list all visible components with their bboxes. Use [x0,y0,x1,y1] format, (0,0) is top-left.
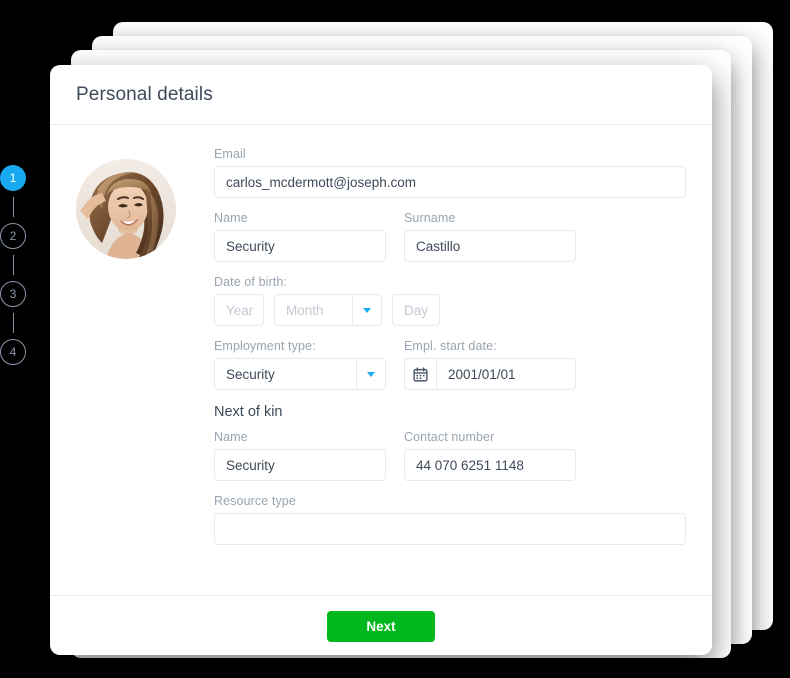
step-2[interactable]: 2 [0,223,26,249]
kin-contact-number-label: Contact number [404,430,495,444]
employment-type-label: Employment type: [214,339,316,353]
kin-contact-number-group: Contact number 44 070 6251 1148 [404,430,576,481]
date-of-birth-group: Date of birth: Year Month Day [214,275,440,326]
personal-details-card: Personal details Email carlos_mcdermott@… [50,65,712,655]
dob-day-input[interactable]: Day [392,294,440,326]
resource-type-group: Resource type [214,494,686,545]
step-3[interactable]: 3 [0,281,26,307]
employment-start-date-label: Empl. start date: [404,339,497,353]
employment-type-value[interactable]: Security [214,358,356,390]
employment-type-select[interactable]: Security [214,358,386,390]
name-surname-row: Name Security Surname Castillo [214,211,686,262]
form-column: Email carlos_mcdermott@joseph.com Name S… [214,147,686,595]
employment-start-date-input[interactable]: 2001/01/01 [436,358,576,390]
kin-name-group: Name Security [214,430,386,481]
dob-year-input[interactable]: Year [214,294,264,326]
kin-name-input[interactable]: Security [214,449,386,481]
email-row: Email carlos_mcdermott@joseph.com [214,147,686,198]
avatar-column [76,147,214,595]
date-of-birth-label: Date of birth: [214,275,287,289]
employment-row: Employment type: Security Empl. start da… [214,339,686,390]
card-footer: Next [50,595,712,655]
resource-type-row: Resource type [214,494,686,545]
employment-type-dropdown-button[interactable] [356,358,386,390]
page-title: Personal details [76,83,213,105]
step-connector-1 [13,197,14,217]
employment-start-date-field[interactable]: 2001/01/01 [404,358,576,390]
step-connector-3 [13,313,14,333]
chevron-down-icon [363,307,371,313]
step-indicator: 1 2 3 4 [0,165,30,365]
employment-type-group: Employment type: Security [214,339,386,390]
avatar[interactable] [76,159,176,259]
step-4[interactable]: 4 [0,339,26,365]
next-of-kin-heading: Next of kin [214,404,283,420]
name-label: Name [214,211,248,225]
surname-field-group: Surname Castillo [404,211,576,262]
email-field-group: Email carlos_mcdermott@joseph.com [214,147,686,198]
email-label: Email [214,147,246,161]
date-of-birth-inputs: Year Month Day [214,294,440,326]
name-field-group: Name Security [214,211,386,262]
next-of-kin-row: Name Security Contact number 44 070 6251… [214,430,686,481]
date-of-birth-row: Date of birth: Year Month Day [214,275,686,326]
step-connector-2 [13,255,14,275]
surname-label: Surname [404,211,456,225]
surname-input[interactable]: Castillo [404,230,576,262]
dob-month-select[interactable]: Month [274,294,382,326]
resource-type-input[interactable] [214,513,686,545]
employment-start-date-group: Empl. start date: 2001/01/01 [404,339,576,390]
calendar-icon [413,366,428,382]
chevron-down-icon [367,371,375,377]
next-button[interactable]: Next [327,610,435,642]
resource-type-label: Resource type [214,494,296,508]
card-header: Personal details [50,65,712,125]
user-profile-photo-icon [76,159,176,259]
dob-month-input[interactable]: Month [274,294,352,326]
kin-contact-number-input[interactable]: 44 070 6251 1148 [404,449,576,481]
kin-name-label: Name [214,430,248,444]
calendar-picker-button[interactable] [404,358,436,390]
screenshot-stage: Personal details Email carlos_mcdermott@… [0,0,790,678]
card-body: Email carlos_mcdermott@joseph.com Name S… [50,125,712,595]
step-1[interactable]: 1 [0,165,26,191]
name-input[interactable]: Security [214,230,386,262]
email-input[interactable]: carlos_mcdermott@joseph.com [214,166,686,198]
dob-month-dropdown-button[interactable] [352,294,382,326]
